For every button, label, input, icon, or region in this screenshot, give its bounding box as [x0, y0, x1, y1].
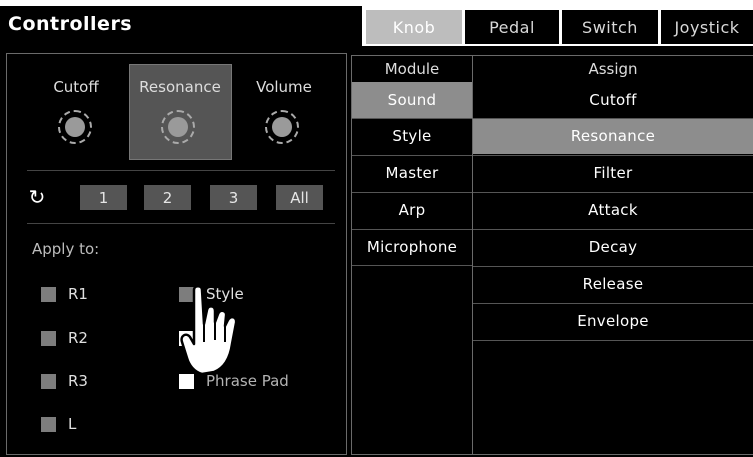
row-divider	[352, 155, 472, 156]
row-divider	[473, 303, 753, 304]
row-divider	[352, 229, 472, 230]
assign-item-envelope[interactable]: Envelope	[473, 303, 753, 339]
tab-pedal[interactable]: Pedal	[465, 10, 559, 44]
checkbox-box	[41, 330, 56, 346]
row-divider	[352, 118, 472, 119]
module-item-sound[interactable]: Sound	[352, 82, 472, 118]
knob-resonance-icon[interactable]	[161, 110, 195, 144]
knob-volume-icon[interactable]	[265, 110, 299, 144]
divider	[27, 170, 335, 171]
assign-item-release[interactable]: Release	[473, 266, 753, 302]
part-r3-label: R3	[68, 372, 88, 390]
assign-item-filter[interactable]: Filter	[473, 155, 753, 191]
preset-button-all[interactable]: All	[276, 185, 323, 210]
row-divider	[473, 118, 753, 119]
knob-label-resonance: Resonance	[139, 78, 221, 96]
row-divider	[473, 229, 753, 230]
refresh-icon[interactable]: ↻	[25, 184, 49, 210]
part-r2-label: R2	[68, 329, 88, 347]
module-column-header: Module	[384, 60, 440, 78]
preset-button-3[interactable]: 3	[210, 185, 257, 210]
tab-switch[interactable]: Switch	[562, 10, 658, 44]
module-item-microphone[interactable]: Microphone	[352, 229, 472, 265]
assign-item-resonance[interactable]: Resonance	[473, 118, 753, 154]
assign-column-header: Assign	[588, 60, 638, 78]
controllers-screen: Controllers Knob Pedal Switch Joystick C…	[0, 0, 753, 457]
tab-joystick[interactable]: Joystick	[661, 10, 753, 44]
assign-item-attack[interactable]: Attack	[473, 192, 753, 228]
row-divider	[473, 192, 753, 193]
part-r1-checkbox[interactable]: R1	[41, 284, 88, 304]
knob-label-cutoff: Cutoff	[53, 78, 99, 96]
row-divider	[352, 265, 472, 266]
part-r2-checkbox[interactable]: R2	[41, 328, 88, 348]
checkbox-box	[41, 286, 56, 302]
row-divider	[473, 340, 753, 341]
assign-item-cutoff[interactable]: Cutoff	[473, 82, 753, 118]
checkbox-box	[41, 416, 56, 432]
part-r1-label: R1	[68, 285, 88, 303]
knob-cutoff-icon[interactable]	[58, 110, 92, 144]
module-item-arp[interactable]: Arp	[352, 192, 472, 228]
module-item-master[interactable]: Master	[352, 155, 472, 191]
part-r3-checkbox[interactable]: R3	[41, 371, 88, 391]
knob-label-volume: Volume	[256, 78, 312, 96]
part-l-checkbox[interactable]: L	[41, 414, 76, 434]
page-title: Controllers	[8, 13, 133, 35]
tab-knob[interactable]: Knob	[366, 10, 462, 44]
preset-button-2[interactable]: 2	[144, 185, 191, 210]
apply-to-label: Apply to:	[32, 240, 100, 258]
assign-item-decay[interactable]: Decay	[473, 229, 753, 265]
module-item-style[interactable]: Style	[352, 118, 472, 154]
divider	[27, 223, 335, 224]
row-divider	[473, 155, 753, 156]
checkbox-box	[41, 373, 56, 389]
part-l-label: L	[68, 415, 77, 433]
row-divider	[352, 192, 472, 193]
row-divider	[473, 266, 753, 267]
preset-button-1[interactable]: 1	[80, 185, 127, 210]
hand-pointer-icon	[180, 285, 238, 376]
